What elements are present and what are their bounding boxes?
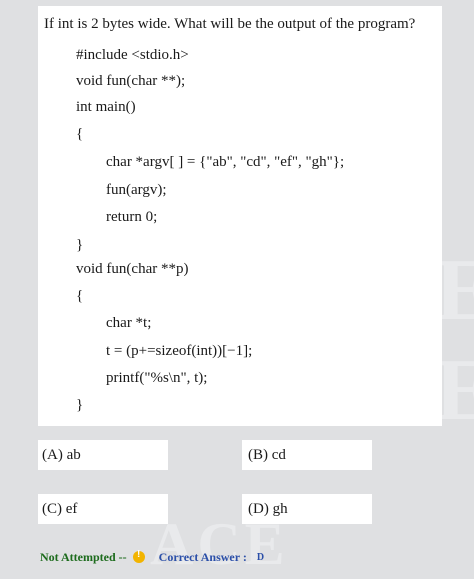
answer-status-row: Not Attempted -- Correct Answer : D — [40, 546, 264, 568]
code-line: void fun(char **); — [76, 73, 186, 89]
option-c[interactable]: (C) ef — [42, 499, 77, 519]
option-d[interactable]: (D) gh — [248, 499, 288, 519]
code-line: void fun(char **p) — [76, 261, 189, 277]
correct-answer-value: D — [256, 551, 265, 563]
code-line: { — [76, 288, 84, 304]
attempt-status: Not Attempted -- — [40, 549, 127, 564]
option-b[interactable]: (B) cd — [248, 445, 286, 465]
code-line: return 0; — [106, 209, 158, 225]
option-a[interactable]: (A) ab — [42, 445, 81, 465]
correct-answer-label: Correct Answer : — [158, 549, 247, 564]
code-line: #include <stdio.h> — [76, 47, 189, 63]
code-line: } — [76, 237, 84, 253]
code-line: t = (p+=sizeof(int))[−1]; — [106, 343, 253, 359]
code-line: int main() — [76, 99, 136, 115]
code-line: printf("%s\n", t); — [106, 370, 208, 386]
code-line: { — [76, 126, 84, 142]
question-text: If int is 2 bytes wide. What will be the… — [44, 16, 416, 32]
code-line: } — [76, 397, 84, 413]
code-line: fun(argv); — [106, 182, 167, 198]
warning-circle-icon — [132, 549, 145, 563]
code-line: char *argv[ ] = {"ab", "cd", "ef", "gh"}… — [106, 154, 345, 170]
question-card — [38, 6, 442, 426]
code-line: char *t; — [106, 315, 152, 331]
